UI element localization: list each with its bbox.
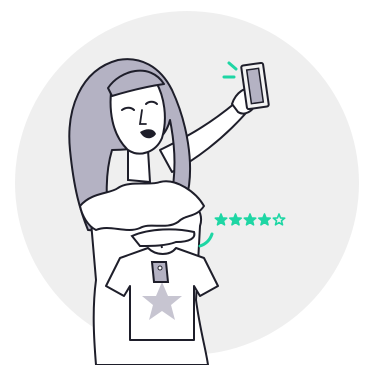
- phone-icon: [240, 61, 270, 111]
- neck: [127, 149, 152, 184]
- illustration-canvas: [15, 11, 359, 365]
- price-tag-icon: [150, 261, 170, 283]
- selfie-illustration: [0, 0, 375, 365]
